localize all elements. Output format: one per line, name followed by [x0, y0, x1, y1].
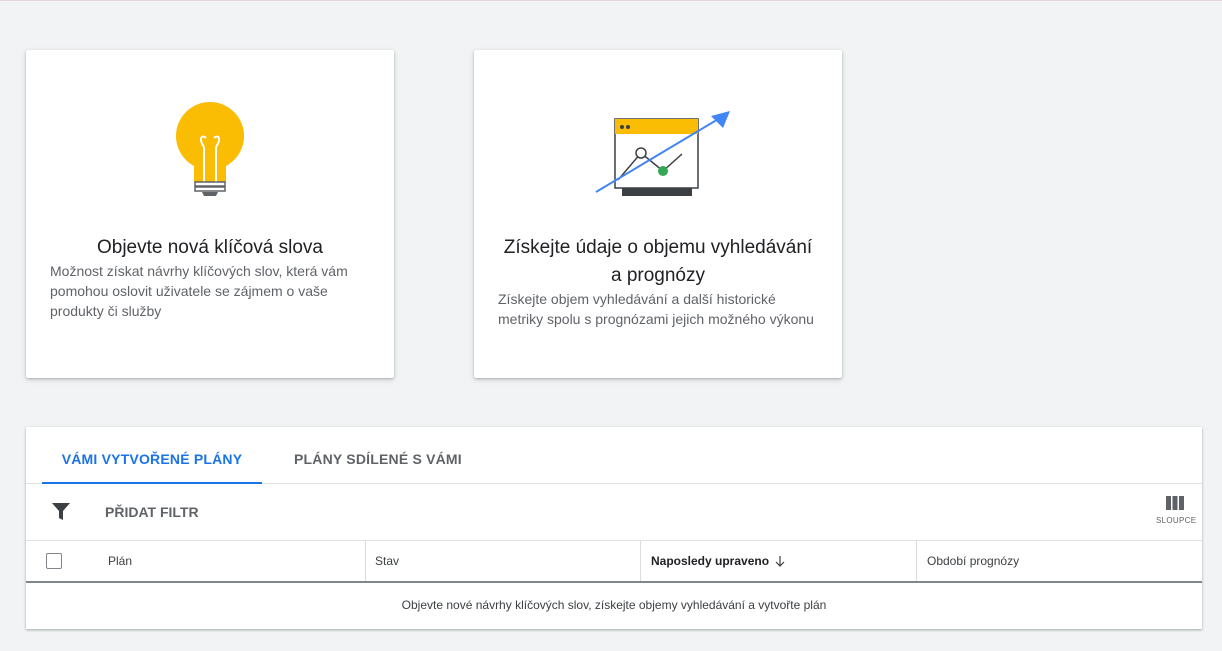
discover-keywords-card[interactable]: Objevte nová klíčová slova Možnost získa… [26, 50, 394, 378]
filter-bar: PŘIDAT FILTR SLOUPCE [26, 484, 1202, 541]
sort-descending-icon [775, 555, 785, 567]
column-header-status[interactable]: Stav [365, 541, 650, 581]
add-filter-button[interactable]: PŘIDAT FILTR [105, 504, 199, 520]
filter-icon[interactable] [52, 503, 70, 521]
empty-table-message: Objevte nové návrhy klíčových slov, získ… [401, 598, 827, 612]
columns-label: SLOUPCE [1156, 516, 1197, 525]
tab-my-plans[interactable]: VÁMI VYTVOŘENÉ PLÁNY [42, 427, 262, 484]
plan-tabs: VÁMI VYTVOŘENÉ PLÁNY PLÁNY SDÍLENÉ S VÁM… [26, 427, 1202, 484]
card-description: Možnost získat návrhy klíčových slov, kt… [50, 263, 348, 319]
column-header-last-modified[interactable]: Naposledy upraveno [640, 541, 926, 581]
columns-button[interactable]: SLOUPCE [1156, 496, 1197, 532]
lightbulb-icon [176, 102, 244, 196]
table-header: Plán Stav Naposledy upraveno Období prog… [26, 541, 1202, 583]
top-divider [0, 0, 1222, 1]
card-title: Objevte nová klíčová slova [96, 237, 323, 258]
select-all-checkbox[interactable] [46, 553, 62, 569]
trend-chart-icon [595, 111, 730, 196]
search-volume-forecast-card[interactable]: Získejte údaje o objemu vyhledávání a pr… [474, 50, 842, 378]
column-header-plan[interactable]: Plán [108, 541, 364, 581]
plans-panel: VÁMI VYTVOŘENÉ PLÁNY PLÁNY SDÍLENÉ S VÁM… [26, 427, 1202, 629]
columns-icon [1166, 496, 1184, 510]
card-description: Získejte objem vyhledávání a další histo… [498, 291, 814, 327]
column-header-forecast-period[interactable]: Období prognózy [916, 541, 1203, 581]
card-title: Získejte údaje o objemu vyhledávání a pr… [503, 237, 813, 286]
tab-shared-plans[interactable]: PLÁNY SDÍLENÉ S VÁMI [294, 427, 462, 483]
column-header-label: Naposledy upraveno [651, 554, 770, 568]
